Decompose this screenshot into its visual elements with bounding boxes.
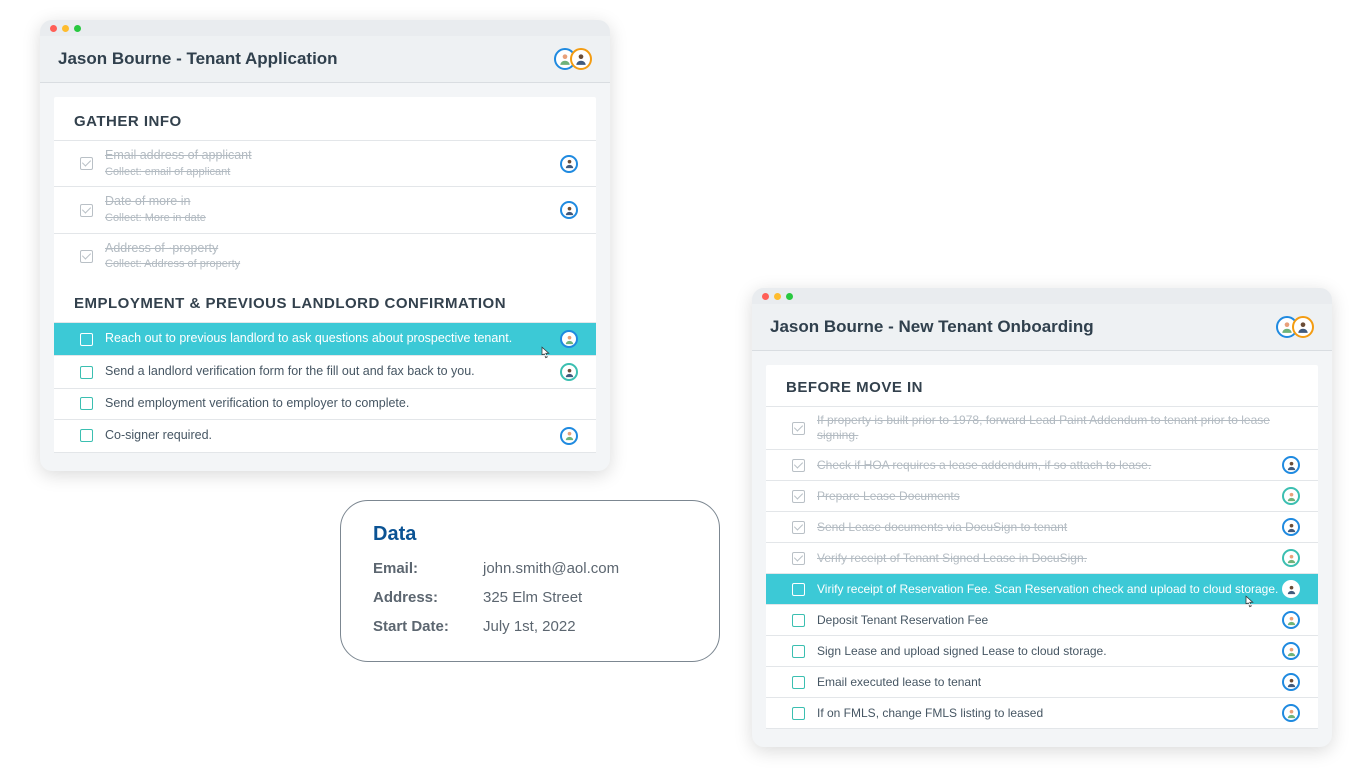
task-row[interactable]: If on FMLS, change FMLS listing to lease… bbox=[766, 697, 1318, 729]
task-row[interactable]: Send a landlord verification form for th… bbox=[54, 355, 596, 388]
address-label: Address: bbox=[373, 589, 483, 606]
zoom-icon[interactable] bbox=[74, 25, 81, 32]
task-label: Send a landlord verification form for th… bbox=[105, 364, 560, 380]
task-label: Verify receipt of Tenant Signed Lease in… bbox=[817, 551, 1282, 566]
task-row[interactable]: Reach out to previous landlord to ask qu… bbox=[54, 322, 596, 355]
card-body: GATHER INFO Email address of applicant C… bbox=[54, 97, 596, 453]
assignee-avatar-icon[interactable] bbox=[560, 363, 578, 381]
task-label: Sign Lease and upload signed Lease to cl… bbox=[817, 644, 1282, 659]
task-label: Send Lease documents via DocuSign to ten… bbox=[817, 520, 1282, 535]
task-row[interactable]: Prepare Lease Documents bbox=[766, 480, 1318, 511]
checkbox-icon[interactable] bbox=[792, 645, 805, 658]
window-controls bbox=[40, 20, 610, 36]
checkbox-icon[interactable] bbox=[80, 333, 93, 346]
avatar-icon bbox=[1292, 316, 1314, 338]
task-label: Email executed lease to tenant bbox=[817, 675, 1282, 690]
card-header: Jason Bourne - Tenant Application bbox=[40, 36, 610, 83]
task-label: Address of ·property Collect: Address of… bbox=[105, 241, 578, 272]
task-label: If property is built prior to 1978, forw… bbox=[817, 413, 1300, 443]
header-avatars[interactable] bbox=[1276, 316, 1314, 338]
task-label: Reach out to previous landlord to ask qu… bbox=[105, 331, 560, 347]
task-label: Prepare Lease Documents bbox=[817, 489, 1282, 504]
checkbox-icon[interactable] bbox=[792, 676, 805, 689]
checkbox-icon[interactable] bbox=[80, 157, 93, 170]
assignee-avatar-icon[interactable] bbox=[560, 155, 578, 173]
close-icon[interactable] bbox=[50, 25, 57, 32]
zoom-icon[interactable] bbox=[786, 293, 793, 300]
checkbox-icon[interactable] bbox=[80, 250, 93, 263]
tenant-onboarding-window: Jason Bourne - New Tenant Onboarding BEF… bbox=[752, 288, 1332, 747]
checkbox-icon[interactable] bbox=[80, 429, 93, 442]
header-avatars[interactable] bbox=[554, 48, 592, 70]
task-row[interactable]: Date of more in Collect: More in date bbox=[54, 186, 596, 232]
task-label: Check if HOA requires a lease addendum, … bbox=[817, 458, 1282, 473]
checkbox-icon[interactable] bbox=[792, 459, 805, 472]
checkbox-icon[interactable] bbox=[792, 707, 805, 720]
tenant-application-window: Jason Bourne - Tenant Application GATHER… bbox=[40, 20, 610, 471]
checkbox-icon[interactable] bbox=[792, 422, 805, 435]
task-label: Deposit Tenant Reservation Fee bbox=[817, 613, 1282, 628]
assignee-avatar-icon[interactable] bbox=[1282, 611, 1300, 629]
checkbox-icon[interactable] bbox=[792, 614, 805, 627]
task-label: Send employment verification to employer… bbox=[105, 396, 578, 412]
avatar-icon bbox=[570, 48, 592, 70]
task-row[interactable]: Verify receipt of Tenant Signed Lease in… bbox=[766, 542, 1318, 573]
data-summary-panel: Data Email: john.smith@aol.com Address: … bbox=[340, 500, 720, 662]
task-row[interactable]: Send Lease documents via DocuSign to ten… bbox=[766, 511, 1318, 542]
section-title: GATHER INFO bbox=[54, 97, 596, 140]
checkbox-icon[interactable] bbox=[80, 397, 93, 410]
assignee-avatar-icon[interactable] bbox=[1282, 487, 1300, 505]
card-title: Jason Bourne - Tenant Application bbox=[58, 49, 338, 69]
task-label: Co-signer required. bbox=[105, 428, 560, 444]
task-label: Date of more in Collect: More in date bbox=[105, 194, 560, 225]
close-icon[interactable] bbox=[762, 293, 769, 300]
checkbox-icon[interactable] bbox=[792, 521, 805, 534]
assignee-avatar-icon[interactable] bbox=[1282, 704, 1300, 722]
email-value: john.smith@aol.com bbox=[483, 560, 687, 577]
assignee-avatar-icon[interactable] bbox=[1282, 549, 1300, 567]
assignee-avatar-icon[interactable] bbox=[560, 201, 578, 219]
checkbox-icon[interactable] bbox=[80, 204, 93, 217]
assignee-avatar-icon[interactable] bbox=[1282, 580, 1300, 598]
window-controls bbox=[752, 288, 1332, 304]
minimize-icon[interactable] bbox=[774, 293, 781, 300]
task-label: Virify receipt of Reservation Fee. Scan … bbox=[817, 582, 1282, 597]
card-title: Jason Bourne - New Tenant Onboarding bbox=[770, 317, 1094, 337]
card-body: BEFORE MOVE IN If property is built prio… bbox=[766, 365, 1318, 729]
card-header: Jason Bourne - New Tenant Onboarding bbox=[752, 304, 1332, 351]
task-row[interactable]: If property is built prior to 1978, forw… bbox=[766, 406, 1318, 449]
task-row[interactable]: Sign Lease and upload signed Lease to cl… bbox=[766, 635, 1318, 666]
task-label: Email address of applicant Collect: emai… bbox=[105, 148, 560, 179]
assignee-avatar-icon[interactable] bbox=[560, 330, 578, 348]
task-label: If on FMLS, change FMLS listing to lease… bbox=[817, 706, 1282, 721]
minimize-icon[interactable] bbox=[62, 25, 69, 32]
section-title: EMPLOYMENT & PREVIOUS LANDLORD CONFIRMAT… bbox=[54, 279, 596, 322]
assignee-avatar-icon[interactable] bbox=[1282, 642, 1300, 660]
task-row[interactable]: Send employment verification to employer… bbox=[54, 388, 596, 419]
checkbox-icon[interactable] bbox=[792, 552, 805, 565]
task-row[interactable]: Virify receipt of Reservation Fee. Scan … bbox=[766, 573, 1318, 604]
task-row[interactable]: Co-signer required. bbox=[54, 419, 596, 453]
email-label: Email: bbox=[373, 560, 483, 577]
task-row[interactable]: Email executed lease to tenant bbox=[766, 666, 1318, 697]
address-value: 325 Elm Street bbox=[483, 589, 687, 606]
assignee-avatar-icon[interactable] bbox=[1282, 518, 1300, 536]
task-row[interactable]: Check if HOA requires a lease addendum, … bbox=[766, 449, 1318, 480]
assignee-avatar-icon[interactable] bbox=[1282, 673, 1300, 691]
startdate-value: July 1st, 2022 bbox=[483, 618, 687, 635]
assignee-avatar-icon[interactable] bbox=[1282, 456, 1300, 474]
checkbox-icon[interactable] bbox=[792, 583, 805, 596]
startdate-label: Start Date: bbox=[373, 618, 483, 635]
assignee-avatar-icon[interactable] bbox=[560, 427, 578, 445]
data-title: Data bbox=[373, 523, 687, 546]
task-row[interactable]: Address of ·property Collect: Address of… bbox=[54, 233, 596, 279]
task-row[interactable]: Deposit Tenant Reservation Fee bbox=[766, 604, 1318, 635]
checkbox-icon[interactable] bbox=[80, 366, 93, 379]
checkbox-icon[interactable] bbox=[792, 490, 805, 503]
task-row[interactable]: Email address of applicant Collect: emai… bbox=[54, 140, 596, 186]
section-title: BEFORE MOVE IN bbox=[766, 365, 1318, 406]
